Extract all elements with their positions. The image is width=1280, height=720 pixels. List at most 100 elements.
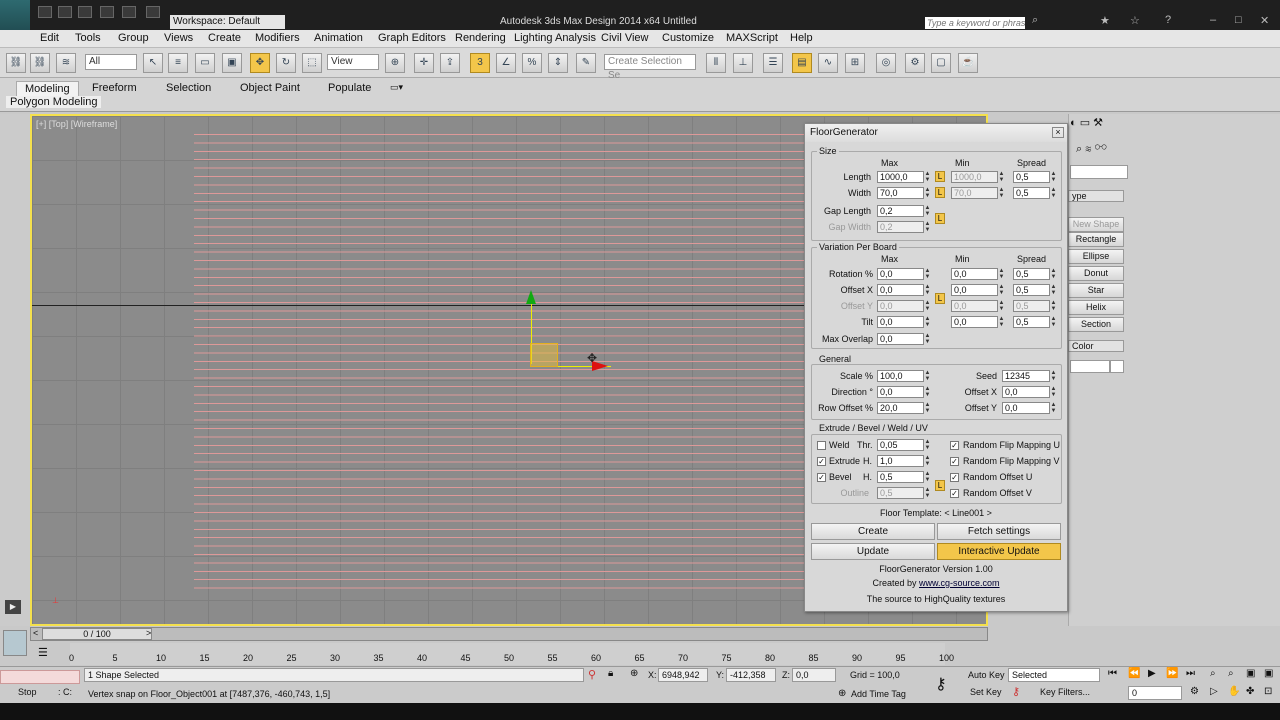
- object-name-input[interactable]: [1070, 360, 1110, 373]
- name-color-rollout[interactable]: Color: [1068, 340, 1124, 352]
- length-max-spinner-icon[interactable]: ▲ ▼: [924, 171, 931, 183]
- star-button[interactable]: Star: [1068, 283, 1124, 298]
- select-manipulate-icon[interactable]: ✛: [414, 53, 434, 73]
- named-selection-select[interactable]: Create Selection Se: [604, 54, 696, 81]
- bevel-checkbox[interactable]: ✓: [817, 473, 826, 482]
- time-slider-track[interactable]: [30, 627, 988, 641]
- stop-label[interactable]: Stop: [18, 687, 37, 697]
- object-category-select[interactable]: [1070, 165, 1128, 179]
- redo-icon[interactable]: [122, 6, 136, 18]
- menu-graph-editors[interactable]: Graph Editors: [378, 32, 446, 44]
- offset-x-min-field[interactable]: 0,0: [951, 284, 998, 296]
- search-icon[interactable]: ⌕: [1032, 14, 1038, 27]
- width-lock-icon[interactable]: L: [935, 187, 945, 198]
- mirror-icon[interactable]: ⫴: [706, 53, 726, 73]
- key-filters-button[interactable]: Key Filters...: [1040, 687, 1090, 697]
- width-spread-spinner-icon[interactable]: ▲ ▼: [1050, 187, 1057, 199]
- gap-lock-icon[interactable]: L: [935, 213, 945, 224]
- play-icon[interactable]: ▶: [1148, 668, 1156, 679]
- width-max-spinner-icon[interactable]: ▲ ▼: [924, 187, 931, 199]
- direction-spinner-icon[interactable]: ▲ ▼: [924, 386, 931, 398]
- gap-width-spinner-icon[interactable]: ▲ ▼: [924, 221, 931, 233]
- width-max-field[interactable]: 70,0: [877, 187, 924, 199]
- selection-lock-icon[interactable]: 🔒︎: [608, 668, 613, 679]
- go-to-end-icon[interactable]: ⏭: [1186, 668, 1195, 679]
- field-of-view-icon[interactable]: ▷: [1210, 686, 1218, 697]
- add-time-tag-button[interactable]: Add Time Tag: [851, 689, 906, 699]
- render-icon[interactable]: ☕: [958, 53, 978, 73]
- max-overlap-field[interactable]: 0,0: [877, 333, 924, 345]
- set-key-button[interactable]: Set Key: [970, 687, 1002, 697]
- menu-modifiers[interactable]: Modifiers: [255, 32, 300, 44]
- create-button[interactable]: Create: [811, 523, 935, 540]
- offset-y-min-field[interactable]: 0,0: [951, 300, 998, 312]
- zoom-extents-all-icon[interactable]: ▣: [1264, 668, 1273, 679]
- menu-create[interactable]: Create: [208, 32, 241, 44]
- curve-editor-icon[interactable]: ∿: [818, 53, 838, 73]
- zoom-all-icon[interactable]: ⌕: [1228, 668, 1234, 679]
- length-min-field[interactable]: 1000,0: [951, 171, 998, 183]
- time-configuration-icon[interactable]: ⚙: [1190, 686, 1199, 697]
- workspace-select[interactable]: Workspace: Default: [170, 15, 285, 29]
- favorites-icon[interactable]: ☆: [1130, 14, 1140, 27]
- update-button[interactable]: Update: [811, 543, 935, 560]
- random-offset-u-checkbox[interactable]: ✓: [950, 473, 959, 482]
- angle-snap-icon[interactable]: ∠: [496, 53, 516, 73]
- offset-y-spread-field[interactable]: 0,5: [1013, 300, 1050, 312]
- reference-coordinate-select[interactable]: View: [327, 54, 379, 70]
- tab-freeform[interactable]: Freeform: [84, 81, 145, 95]
- general-offset-y-spinner-icon[interactable]: ▲ ▼: [1050, 402, 1057, 414]
- next-frame-button-icon[interactable]: ⏩: [1166, 668, 1178, 679]
- schematic-view-icon[interactable]: ⊞: [845, 53, 865, 73]
- tab-modeling[interactable]: Modeling: [16, 81, 79, 96]
- ribbon-options-icon[interactable]: ▭▾: [390, 82, 403, 93]
- gizmo-plane-handle[interactable]: [530, 343, 558, 367]
- row-offset-field[interactable]: 20,0: [877, 402, 924, 414]
- gap-width-field[interactable]: 0,2: [877, 221, 924, 233]
- minimize-icon[interactable]: –: [1210, 14, 1216, 26]
- time-slider[interactable]: 0 / 100: [42, 628, 152, 640]
- rect-selection-icon[interactable]: ▭: [195, 53, 215, 73]
- menu-help[interactable]: Help: [790, 32, 813, 44]
- dialog-close-icon[interactable]: ×: [1052, 127, 1064, 138]
- create-tab-icon[interactable]: ◐ ▭ ⚒: [1070, 116, 1103, 129]
- outline-spinner-icon[interactable]: ▲ ▼: [924, 487, 931, 499]
- communication-center-icon[interactable]: ★: [1100, 14, 1110, 27]
- menu-lighting-analysis[interactable]: Lighting Analysis: [514, 32, 596, 44]
- random-flip-u-checkbox[interactable]: ✓: [950, 441, 959, 450]
- length-min-spinner-icon[interactable]: ▲ ▼: [998, 171, 1005, 183]
- rotation-max-field[interactable]: 0,0: [877, 268, 924, 280]
- menu-maxscript[interactable]: MAXScript: [726, 32, 778, 44]
- offset-y-spread-spinner-icon[interactable]: ▲ ▼: [1050, 300, 1057, 312]
- go-to-start-icon[interactable]: ⏮: [1108, 668, 1117, 679]
- close-icon[interactable]: ✕: [1260, 14, 1269, 27]
- align-icon[interactable]: ⊥: [733, 53, 753, 73]
- width-spread-field[interactable]: 0,5: [1013, 187, 1050, 199]
- menu-edit[interactable]: Edit: [40, 32, 59, 44]
- help-icon[interactable]: ?: [1165, 14, 1171, 26]
- helix-button[interactable]: Helix: [1068, 300, 1124, 315]
- general-offset-x-spinner-icon[interactable]: ▲ ▼: [1050, 386, 1057, 398]
- undo-icon[interactable]: [100, 6, 114, 18]
- tilt-spread-spinner-icon[interactable]: ▲ ▼: [1050, 316, 1057, 328]
- key-icon[interactable]: ⚷: [935, 674, 947, 694]
- ribbon-panel-polygon-modeling[interactable]: Polygon Modeling: [6, 96, 102, 108]
- pivot-center-icon[interactable]: ⊕: [385, 53, 405, 73]
- current-frame-field[interactable]: 0: [1128, 686, 1182, 700]
- y-coord-field[interactable]: -412,358: [726, 668, 776, 682]
- snap-toggle-icon[interactable]: 3: [470, 53, 490, 73]
- tilt-spread-field[interactable]: 0,5: [1013, 316, 1050, 328]
- scale-icon[interactable]: ⬚: [302, 53, 322, 73]
- trackbar-toggle-icon[interactable]: ☰: [38, 646, 48, 659]
- key-selection-select[interactable]: Selected: [1008, 668, 1100, 682]
- previous-frame-icon[interactable]: ⏪: [1128, 668, 1140, 679]
- length-max-field[interactable]: 1000,0: [877, 171, 924, 183]
- zoom-icon[interactable]: ⌕: [1210, 668, 1216, 679]
- graphite-toggle-icon[interactable]: ▤: [792, 53, 812, 73]
- direction-field[interactable]: 0,0: [877, 386, 924, 398]
- offset-x-min-spinner-icon[interactable]: ▲ ▼: [998, 284, 1005, 296]
- gizmo-y-arrow-icon[interactable]: [526, 290, 536, 304]
- extrude-checkbox[interactable]: ✓: [817, 457, 826, 466]
- render-setup-icon[interactable]: ⚙: [905, 53, 925, 73]
- scale-spinner-icon[interactable]: ▲ ▼: [924, 370, 931, 382]
